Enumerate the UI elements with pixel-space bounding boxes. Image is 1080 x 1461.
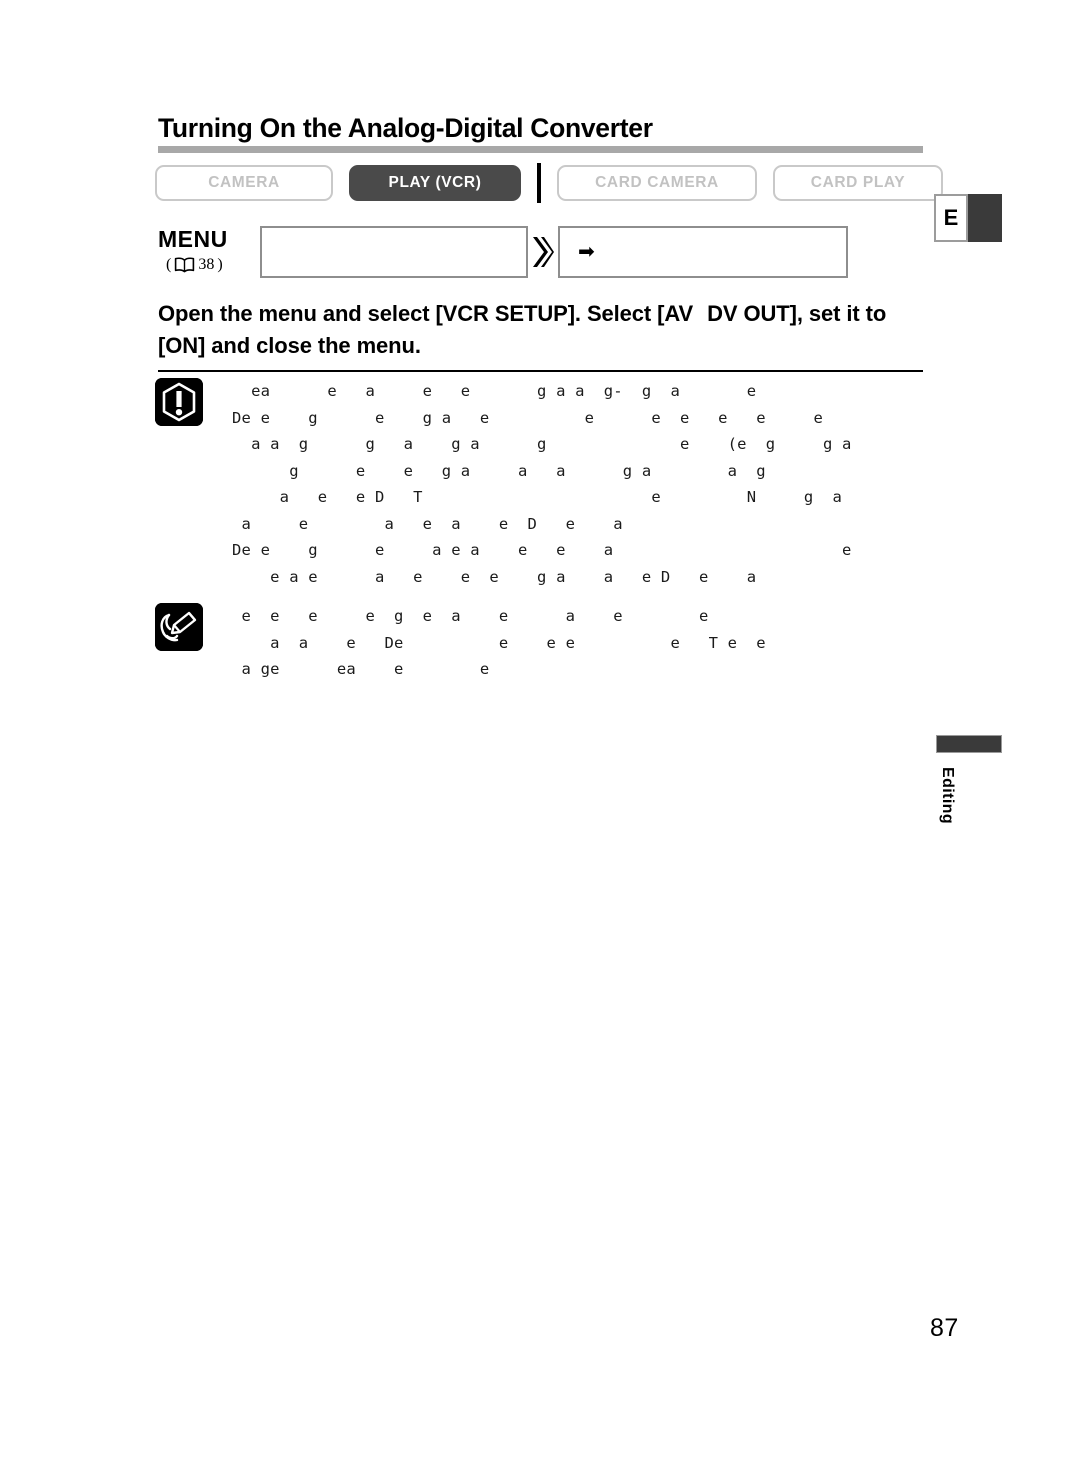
section-divider-rule <box>158 370 923 372</box>
menu-step-box-2[interactable]: ➡ <box>558 226 848 278</box>
instruction-text: Open the menu and select [VCR SETUP]. Se… <box>158 298 938 362</box>
note-line: De e g e g a e e e e e e e <box>232 408 823 427</box>
heading-rule <box>158 145 923 153</box>
mode-tab-play-vcr-label: PLAY (VCR) <box>388 174 482 191</box>
section-side-tab: Editing <box>936 735 1002 843</box>
section-side-tab-bar <box>936 735 1002 753</box>
note-pencil-icon <box>155 603 203 651</box>
note-line: g e e g a a a g a a g <box>232 461 766 480</box>
menu-page-reference-number: 38 <box>198 256 215 273</box>
language-corner-tab-block <box>968 194 1002 242</box>
note-line: e e e e g e a e a e e <box>232 607 709 625</box>
mode-tab-divider <box>537 163 541 203</box>
mode-tab-play-vcr[interactable]: PLAY (VCR) <box>349 165 521 201</box>
menu-page-reference-close: ) <box>217 256 223 273</box>
book-icon <box>174 257 195 273</box>
mode-tab-camera[interactable]: CAMERA <box>155 165 333 201</box>
note-block-notes-text: e e e e g e a e a e e a a e De e e e e T… <box>232 603 766 683</box>
menu-navigation-row: MENU ( 38 ) ➡ <box>158 226 848 278</box>
language-corner-tab: E <box>934 194 1002 242</box>
note-line: a a g g a g a g e (e g g a <box>232 435 852 453</box>
warning-exclamation-icon <box>155 378 203 426</box>
mode-tab-card-play[interactable]: CARD PLAY <box>773 165 943 201</box>
mode-tab-camera-label: CAMERA <box>208 174 280 191</box>
instruction-line-1-part-b: DV OUT], set it to <box>707 301 887 326</box>
chevron-double-right-icon <box>528 226 558 278</box>
section-side-tab-label: Editing <box>939 767 956 825</box>
mode-tab-card-camera[interactable]: CARD CAMERA <box>557 165 757 201</box>
language-corner-tab-letter: E <box>934 194 968 242</box>
menu-page-reference-open: ( <box>166 256 172 273</box>
mode-tab-group: CAMERA PLAY (VCR) CARD CAMERA CARD PLAY <box>155 163 943 203</box>
page-title: Turning On the Analog-Digital Converter <box>158 113 653 143</box>
note-line: a e e D T e N g a <box>232 488 843 506</box>
menu-label-column: MENU ( 38 ) <box>158 226 260 274</box>
note-block-warning: ea e a e e g a a g- g a e De e g e g a e… <box>155 378 852 590</box>
manual-page: Turning On the Analog-Digital Converter … <box>0 0 1080 1461</box>
note-line: ea e a e e g a a g- g a e <box>232 382 757 400</box>
page-number: 87 <box>930 1314 959 1342</box>
mode-tab-card-camera-label: CARD CAMERA <box>595 174 719 191</box>
menu-page-reference: ( 38 ) <box>166 256 260 274</box>
page-heading: Turning On the Analog-Digital Converter <box>158 113 923 153</box>
mode-tab-card-play-label: CARD PLAY <box>810 174 906 191</box>
arrow-right-icon: ➡ <box>578 241 595 263</box>
note-line: De e g e a e a e e a e <box>232 541 852 559</box>
note-line: a ge ea e e <box>232 660 490 678</box>
note-line: a a e De e e e e T e e <box>232 633 766 652</box>
instruction-line-1-part-a: Open the menu and select [VCR SETUP]. Se… <box>158 301 694 326</box>
note-line: e a e a e e e g a a e D e a <box>232 567 757 586</box>
note-block-warning-text: ea e a e e g a a g- g a e De e g e g a e… <box>232 378 852 590</box>
note-line: a e a e a e D e a <box>232 514 623 533</box>
note-block-notes: e e e e g e a e a e e a a e De e e e e T… <box>155 603 766 683</box>
menu-label: MENU <box>158 226 228 252</box>
menu-step-box-1[interactable] <box>260 226 528 278</box>
instruction-line-2: [ON] and close the menu. <box>158 332 421 358</box>
